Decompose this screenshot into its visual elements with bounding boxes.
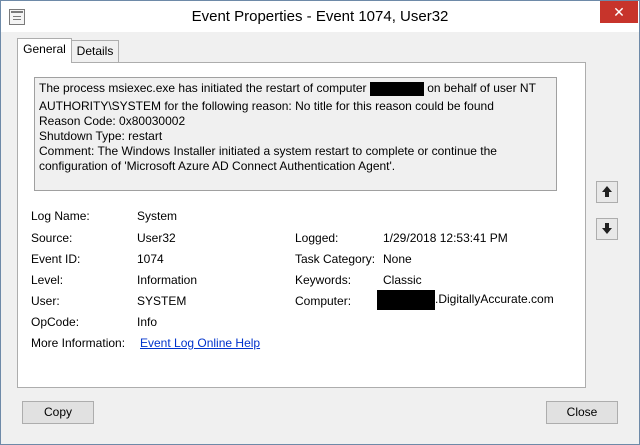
window-title: Event Properties - Event 1074, User32	[191, 8, 449, 25]
tab-details-label: Details	[76, 44, 114, 58]
description-line-4: Shutdown Type: restart	[39, 129, 163, 143]
tab-general[interactable]: General	[17, 38, 72, 63]
log-name-label: Log Name:	[31, 209, 90, 223]
description-line-3: Reason Code: 0x80030002	[39, 114, 186, 128]
next-event-button[interactable]	[596, 218, 618, 240]
window-close-button[interactable]: ✕	[600, 1, 638, 23]
event-log-online-help-link[interactable]: Event Log Online Help	[140, 336, 260, 350]
source-label: Source:	[31, 231, 73, 245]
event-id-label: Event ID:	[31, 252, 81, 266]
source-value: User32	[137, 231, 176, 245]
description-line-1b: on behalf of user NT	[427, 81, 536, 95]
computer-domain: .DigitallyAccurate.com	[435, 292, 554, 307]
task-category-value: None	[383, 252, 412, 266]
computer-label: Computer:	[295, 294, 352, 308]
logged-value: 1/29/2018 12:53:41 PM	[383, 231, 508, 245]
tab-details[interactable]: Details	[71, 40, 119, 62]
log-name-value: System	[137, 209, 178, 223]
user-value: SYSTEM	[137, 294, 187, 308]
level-value: Information	[137, 273, 198, 287]
description-line-6: configuration of 'Microsoft Azure AD Con…	[39, 159, 396, 173]
level-label: Level:	[31, 273, 64, 287]
computer-value: .DigitallyAccurate.com	[377, 290, 554, 310]
description-line-1a: The process msiexec.exe has initiated th…	[39, 81, 367, 95]
close-icon: ✕	[613, 4, 625, 20]
redacted-computer-name	[369, 81, 424, 96]
title-bar[interactable]: Event Properties - Event 1074, User32 ✕	[1, 1, 639, 32]
logged-label: Logged:	[295, 231, 339, 245]
description-line-5: Comment: The Windows Installer initiated…	[39, 144, 497, 158]
task-category-label: Task Category:	[295, 252, 376, 266]
keywords-label: Keywords:	[295, 273, 352, 287]
description-line-2: AUTHORITY\SYSTEM for the following reaso…	[39, 99, 494, 113]
user-label: User:	[31, 294, 60, 308]
event-id-value: 1074	[137, 252, 164, 266]
event-description-box[interactable]: The process msiexec.exe has initiated th…	[34, 77, 557, 191]
previous-event-button[interactable]	[596, 181, 618, 203]
more-information-label: More Information:	[31, 336, 126, 350]
event-properties-window: Event Properties - Event 1074, User32 ✕ …	[0, 0, 640, 445]
general-tab-panel: The process msiexec.exe has initiated th…	[17, 62, 586, 388]
opcode-value: Info	[137, 315, 158, 329]
copy-button[interactable]: Copy	[22, 401, 94, 424]
arrow-up-icon	[602, 186, 612, 197]
tab-general-label: General	[23, 42, 66, 56]
close-button[interactable]: Close	[546, 401, 618, 424]
opcode-label: OpCode:	[31, 315, 80, 329]
keywords-value: Classic	[383, 273, 422, 287]
arrow-down-icon	[602, 223, 612, 234]
redacted-computer-host	[377, 290, 435, 310]
